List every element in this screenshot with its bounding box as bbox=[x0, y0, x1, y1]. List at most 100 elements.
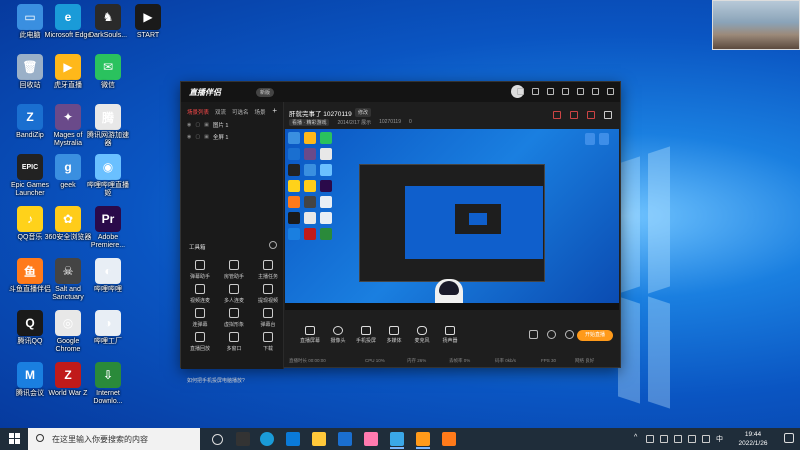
clock-time: 19:44 bbox=[744, 431, 762, 438]
help-notice-link[interactable]: 如何把手机投屏电脑播放? bbox=[187, 377, 245, 384]
toolbox-item[interactable]: 虚拟形象 bbox=[219, 308, 249, 328]
desktop-icon-image: Z bbox=[17, 104, 43, 130]
desktop-icon-image: Q bbox=[17, 310, 43, 336]
status-duration: 直播时长 00:00:00 bbox=[289, 358, 326, 363]
status-fps: FPS 30 bbox=[541, 358, 557, 363]
streaming-app-window: 直播伴侣 新版 场景列表 双流 可选名 场景 + ◉ ▢ ▣ 图片 1 ◉ ▢ … bbox=[180, 81, 621, 384]
record-icon[interactable] bbox=[529, 330, 538, 339]
toolbox-item[interactable]: 弹幕助手 bbox=[185, 260, 215, 280]
toolbox-item[interactable]: 主播任务 bbox=[253, 260, 283, 280]
menu-icon[interactable] bbox=[547, 88, 554, 95]
preview-nested-window bbox=[359, 164, 545, 282]
desktop-icon-image: ◉ bbox=[95, 154, 121, 180]
network-icon[interactable] bbox=[674, 435, 682, 443]
tab-dual-stream[interactable]: 双流 bbox=[215, 108, 226, 116]
toolbox-settings-icon[interactable] bbox=[269, 241, 277, 249]
add-tab-button[interactable]: + bbox=[272, 107, 277, 116]
desktop-icon[interactable]: ▶ START bbox=[124, 4, 172, 40]
timer-icon[interactable] bbox=[547, 330, 556, 339]
gift-icon[interactable] bbox=[553, 111, 561, 119]
desktop-icon[interactable]: ◐ 哔哩哔哩 bbox=[84, 258, 132, 294]
toolbox-item[interactable]: 连弹幕 bbox=[185, 308, 215, 328]
mail-icon[interactable] bbox=[338, 432, 352, 446]
pink-app-icon[interactable] bbox=[364, 432, 378, 446]
desktop-icon[interactable]: Pr Adobe Premiere... bbox=[84, 206, 132, 250]
toolbox-item[interactable]: 视频连麦 bbox=[185, 284, 215, 304]
lock-icon[interactable]: ▢ bbox=[195, 134, 200, 140]
desktop-icon[interactable]: ◑ 哔哩工厂 bbox=[84, 310, 132, 346]
toolbox-item[interactable]: 下载 bbox=[253, 332, 283, 352]
desktop-icon[interactable]: ◉ 哔哩哔哩直播姬 bbox=[84, 154, 132, 198]
message-icon[interactable] bbox=[517, 88, 524, 95]
store-icon[interactable] bbox=[286, 432, 300, 446]
file-explorer-icon[interactable] bbox=[312, 432, 326, 446]
desktop-icon-image: 腾 bbox=[95, 104, 121, 130]
tool-icon bbox=[195, 284, 205, 294]
activity-icon[interactable] bbox=[587, 111, 595, 119]
stream-preview[interactable] bbox=[285, 129, 619, 310]
tab-scene-list[interactable]: 场景列表 bbox=[187, 108, 209, 116]
close-button[interactable] bbox=[607, 88, 614, 95]
clock[interactable]: 19:44 2022/1/26 bbox=[728, 430, 778, 448]
app-game-icon[interactable] bbox=[236, 432, 250, 446]
tool-label: 视频连麦 bbox=[189, 298, 210, 304]
app-logo: 直播伴侣 bbox=[189, 88, 221, 97]
task-view-icon[interactable] bbox=[212, 434, 223, 445]
notification-icon[interactable] bbox=[784, 433, 794, 443]
skin-icon[interactable] bbox=[532, 88, 539, 95]
desktop-icon[interactable]: ✉ 微信 bbox=[84, 54, 132, 90]
tray-app-icon[interactable] bbox=[660, 435, 668, 443]
toolbox-item[interactable]: 多窗口 bbox=[219, 332, 249, 352]
screen-capture-button[interactable]: 直播屏幕 bbox=[297, 326, 323, 344]
search-box[interactable]: 在这里输入你要搜索的内容 bbox=[28, 428, 200, 450]
toolbox-item[interactable]: 直播回放 bbox=[185, 332, 215, 352]
tab-optional[interactable]: 可选名 bbox=[232, 108, 249, 116]
desktop-icon-image: ▶ bbox=[55, 54, 81, 80]
tab-scene[interactable]: 场景 bbox=[255, 108, 266, 116]
tool-icon bbox=[229, 332, 239, 342]
tray-app-icon[interactable] bbox=[702, 435, 710, 443]
bilibili-live-icon[interactable] bbox=[390, 432, 404, 449]
tool-label: 连弹幕 bbox=[192, 322, 208, 328]
volume-icon[interactable] bbox=[688, 435, 696, 443]
phone-cast-button[interactable]: 手机投屏 bbox=[353, 326, 379, 344]
start-button[interactable] bbox=[9, 433, 21, 445]
tool-label: 虚拟形象 bbox=[223, 322, 244, 328]
version-badge[interactable]: 新版 bbox=[256, 88, 275, 97]
tray-expand-icon[interactable]: ^ bbox=[634, 434, 637, 441]
desktop-icon-image: ◐ bbox=[95, 258, 121, 284]
scene-item[interactable]: ◉ ▢ ▣ 图片 1 bbox=[181, 119, 283, 131]
streaming-app-icon[interactable] bbox=[416, 432, 430, 449]
minimize-button[interactable] bbox=[577, 88, 584, 95]
eye-icon[interactable]: ◉ bbox=[187, 122, 191, 128]
settings-icon[interactable] bbox=[565, 330, 574, 339]
room-category[interactable]: 看播 · 精彩游戏 bbox=[289, 119, 330, 126]
camera-preview-thumbnail[interactable] bbox=[712, 0, 800, 50]
go-live-button[interactable]: 开始直播 bbox=[577, 330, 613, 341]
microphone-button[interactable]: 麦克风 bbox=[409, 326, 435, 344]
lock-icon[interactable]: ▢ bbox=[195, 122, 200, 128]
douyu-icon[interactable] bbox=[442, 432, 456, 446]
toolbox-item[interactable]: 多人连麦 bbox=[219, 284, 249, 304]
toolbox-item[interactable]: 房管助手 bbox=[219, 260, 249, 280]
scene-item[interactable]: ◉ ▢ ▣ 全屏 1 bbox=[181, 131, 283, 143]
toolbox-item[interactable]: 提现视频 bbox=[253, 284, 283, 304]
feedback-icon[interactable] bbox=[562, 88, 569, 95]
ime-indicator[interactable]: 中 bbox=[716, 434, 723, 444]
share-icon[interactable] bbox=[604, 111, 612, 119]
desktop-icon-image: ✉ bbox=[95, 54, 121, 80]
maximize-button[interactable] bbox=[592, 88, 599, 95]
tray-app-icon[interactable] bbox=[646, 435, 654, 443]
edge-icon[interactable] bbox=[260, 432, 274, 446]
toolbox-item[interactable]: 弹幕台 bbox=[253, 308, 283, 328]
desktop-icon[interactable]: ⇩ Internet Downlo... bbox=[84, 362, 132, 406]
eye-icon[interactable]: ◉ bbox=[187, 134, 191, 140]
multimedia-button[interactable]: 多媒体 bbox=[381, 326, 407, 344]
desktop-icon-image: ☠ bbox=[55, 258, 81, 284]
edit-room-button[interactable]: 修改 bbox=[355, 108, 372, 117]
speaker-button[interactable]: 扬声器 bbox=[437, 326, 463, 344]
camera-button[interactable]: 摄像头 bbox=[325, 326, 351, 344]
shop-icon[interactable] bbox=[570, 111, 578, 119]
desktop-icon[interactable]: 腾腾讯网游加速器 bbox=[84, 104, 132, 148]
tool-icon bbox=[229, 260, 239, 270]
